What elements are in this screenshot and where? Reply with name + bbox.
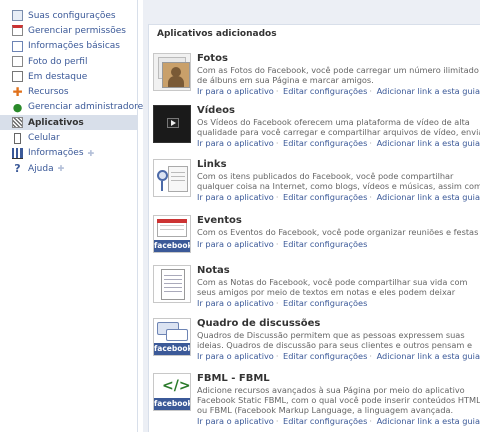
sidebar-item-help[interactable]: ? Ajuda ✚	[0, 161, 137, 176]
sidebar-item-basic-info[interactable]: Informações básicas	[0, 39, 137, 54]
add-tab-link[interactable]: Adicionar link a esta guia	[377, 138, 480, 148]
events-app-icon[interactable]: facebook	[153, 215, 191, 253]
go-to-app-link[interactable]: Ir para o aplicativo	[197, 138, 274, 148]
sidebar-item-label: Em destaque	[28, 71, 88, 82]
edit-settings-link[interactable]: Editar configurações	[283, 192, 367, 202]
go-to-app-link[interactable]: Ir para o aplicativo	[197, 298, 274, 308]
info-icon	[12, 40, 23, 52]
photo-icon	[12, 56, 23, 68]
app-name[interactable]: FBML - FBML	[197, 373, 270, 384]
edit-settings-link[interactable]: Editar configurações	[283, 138, 367, 148]
edit-settings-link[interactable]: Editar configurações	[283, 239, 367, 249]
facebook-tag: facebook	[154, 343, 191, 355]
sidebar-item-admins[interactable]: ● Gerenciar administradores	[0, 100, 148, 115]
sidebar-item-label: Informações	[28, 148, 84, 159]
apps-panel: Aplicativos adicionados Fotos Com as Fot…	[148, 24, 480, 432]
go-to-app-link[interactable]: Ir para o aplicativo	[197, 351, 274, 361]
app-item-links: Links Com os itens publicados do Faceboo…	[153, 159, 480, 209]
app-links: Ir para o aplicativo · Editar configuraçõ…	[197, 416, 480, 426]
edit-settings-link[interactable]: Editar configurações	[283, 86, 367, 96]
sidebar-item-label: Aplicativos	[28, 117, 84, 128]
sidebar-item-label: Foto do perfil	[28, 56, 88, 67]
facebook-tag: facebook	[154, 398, 191, 410]
discussion-app-icon[interactable]: facebook	[153, 318, 191, 356]
add-tab-link[interactable]: Adicionar link a esta guia	[377, 86, 480, 96]
resources-icon: ✚	[12, 84, 23, 99]
app-name[interactable]: Fotos	[197, 53, 228, 64]
app-name[interactable]: Vídeos	[197, 105, 235, 116]
app-links: Ir para o aplicativo · Editar configuraçõ…	[197, 298, 368, 308]
sidebar-item-featured[interactable]: Em destaque	[0, 69, 137, 84]
app-description: Com os Eventos do Facebook, você pode or…	[197, 227, 479, 237]
photos-app-icon[interactable]	[153, 53, 191, 91]
sidebar-item-label: Informações básicas	[28, 41, 120, 52]
go-to-app-link[interactable]: Ir para o aplicativo	[197, 416, 274, 426]
admin-icon: ●	[12, 100, 23, 114]
app-item-notes: Notas Com as Notas do Facebook, você pod…	[153, 265, 480, 315]
app-description: Com os itens publicados do Facebook, voc…	[197, 171, 480, 191]
sidebar-item-permissions[interactable]: Gerenciar permissões	[0, 23, 137, 38]
facebook-tag: facebook	[154, 240, 191, 252]
app-links: Ir para o aplicativo · Editar configuraçõ…	[197, 86, 480, 96]
expand-icon[interactable]: ✚	[58, 164, 65, 173]
apps-icon	[12, 117, 23, 129]
app-item-photos: Fotos Com as Fotos do Facebook, você pod…	[153, 53, 480, 103]
app-description: Com as Notas do Facebook, você pode comp…	[197, 277, 468, 297]
app-item-fbml: </> facebook FBML - FBML Adicione recurs…	[153, 373, 480, 426]
sidebar-item-mobile[interactable]: Celular	[0, 130, 137, 145]
app-name[interactable]: Quadro de discussões	[197, 318, 320, 329]
expand-icon[interactable]: ✚	[88, 149, 95, 158]
go-to-app-link[interactable]: Ir para o aplicativo	[197, 239, 274, 249]
insights-icon	[12, 147, 23, 159]
link-app-icon[interactable]	[153, 159, 191, 197]
sidebar: Suas configurações Gerenciar permissões …	[0, 0, 148, 432]
app-description: Quadros de Discussão permitem que as pes…	[197, 330, 472, 350]
mobile-icon	[14, 132, 21, 144]
app-name[interactable]: Eventos	[197, 215, 242, 226]
app-name[interactable]: Notas	[197, 265, 230, 276]
sidebar-item-profile-photo[interactable]: Foto do perfil	[0, 54, 137, 69]
app-links: Ir para o aplicativo · Editar configuraçõ…	[197, 239, 368, 249]
edit-settings-link[interactable]: Editar configurações	[283, 351, 367, 361]
help-icon: ?	[14, 162, 21, 176]
sidebar-item-label: Recursos	[28, 87, 69, 98]
sidebar-item-label: Celular	[28, 133, 60, 144]
app-links: Ir para o aplicativo · Editar configuraçõ…	[197, 192, 480, 202]
go-to-app-link[interactable]: Ir para o aplicativo	[197, 192, 274, 202]
sidebar-item-label: Gerenciar permissões	[28, 25, 126, 36]
sidebar-item-label: Suas configurações	[28, 10, 116, 21]
main-content: Aplicativos adicionados Fotos Com as Fot…	[143, 0, 480, 432]
notes-app-icon[interactable]	[153, 265, 191, 303]
featured-icon	[12, 71, 23, 83]
section-title: Aplicativos adicionados	[157, 29, 277, 39]
sidebar-item-label: Gerenciar administradores	[28, 102, 148, 113]
app-item-events: facebook Eventos Com os Eventos do Faceb…	[153, 215, 480, 265]
edit-settings-link[interactable]: Editar configurações	[283, 416, 367, 426]
sidebar-item-label: Ajuda	[28, 163, 54, 174]
video-app-icon[interactable]	[153, 105, 191, 143]
add-tab-link[interactable]: Adicionar link a esta guia	[377, 192, 480, 202]
sidebar-item-apps[interactable]: Aplicativos	[0, 115, 137, 131]
app-description: Adicione recursos avançados à sua Página…	[197, 385, 480, 415]
settings-icon	[12, 10, 23, 22]
add-tab-link[interactable]: Adicionar link a esta guia	[377, 351, 480, 361]
permissions-icon	[12, 25, 23, 37]
go-to-app-link[interactable]: Ir para o aplicativo	[197, 86, 274, 96]
edit-settings-link[interactable]: Editar configurações	[283, 298, 367, 308]
add-tab-link[interactable]: Adicionar link a esta guia	[377, 416, 480, 426]
app-description: Com as Fotos do Facebook, você pode carr…	[197, 65, 479, 85]
fbml-app-icon[interactable]: </> facebook	[153, 373, 191, 411]
app-item-discussion-board: facebook Quadro de discussões Quadros de…	[153, 318, 480, 368]
app-links: Ir para o aplicativo · Editar configuraçõ…	[197, 351, 480, 361]
sidebar-item-settings[interactable]: Suas configurações	[0, 8, 137, 23]
sidebar-item-insights[interactable]: Informações ✚	[0, 146, 137, 161]
app-description: Os Vídeos do Facebook oferecem uma plata…	[197, 117, 480, 137]
app-name[interactable]: Links	[197, 159, 227, 170]
app-item-videos: Vídeos Os Vídeos do Facebook oferecem um…	[153, 105, 480, 155]
app-links: Ir para o aplicativo · Editar configuraçõ…	[197, 138, 480, 148]
sidebar-item-resources[interactable]: ✚ Recursos	[0, 84, 137, 99]
